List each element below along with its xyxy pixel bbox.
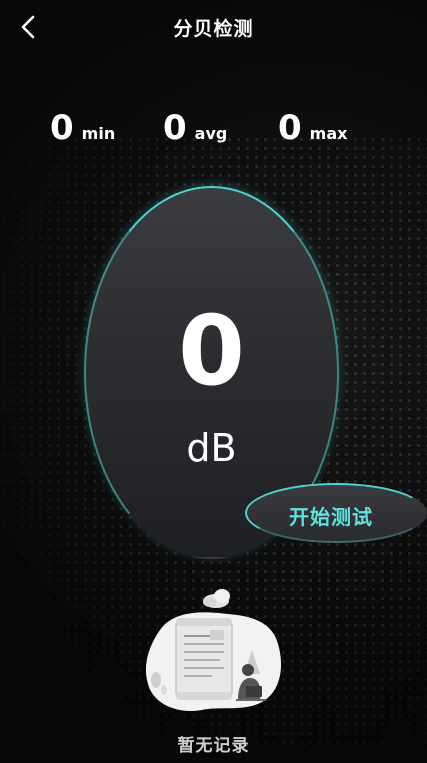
page-title: 分贝检测 — [173, 18, 254, 40]
stat-min-value: 0 — [50, 108, 74, 148]
empty-document-illustration — [145, 589, 282, 711]
stat-avg-label: avg — [194, 124, 228, 143]
gauge-value: 0 — [178, 295, 245, 407]
stat-max-value: 0 — [278, 108, 302, 148]
document-icon — [175, 618, 233, 700]
stat-max-label: max — [309, 124, 348, 143]
stat-max: 0 max — [278, 106, 347, 150]
empty-records-illustration — [140, 588, 285, 718]
start-test-label: 开始测试 — [289, 505, 373, 529]
header-bar: 分贝检测 — [0, 0, 427, 54]
stat-min-label: min — [81, 124, 116, 143]
decibel-screen: 分贝检测 0 min 0 avg 0 max 0 dB 开始测试 暂无记录 — [0, 0, 427, 763]
stat-avg-value: 0 — [163, 108, 187, 148]
stat-avg: 0 avg — [163, 106, 227, 150]
start-test-button[interactable]: 开始测试 — [245, 483, 427, 543]
stat-min: 0 min — [50, 106, 115, 150]
empty-records-text: 暂无记录 — [177, 736, 250, 756]
gauge-unit: dB — [186, 426, 237, 470]
cloud-icon — [203, 589, 230, 608]
